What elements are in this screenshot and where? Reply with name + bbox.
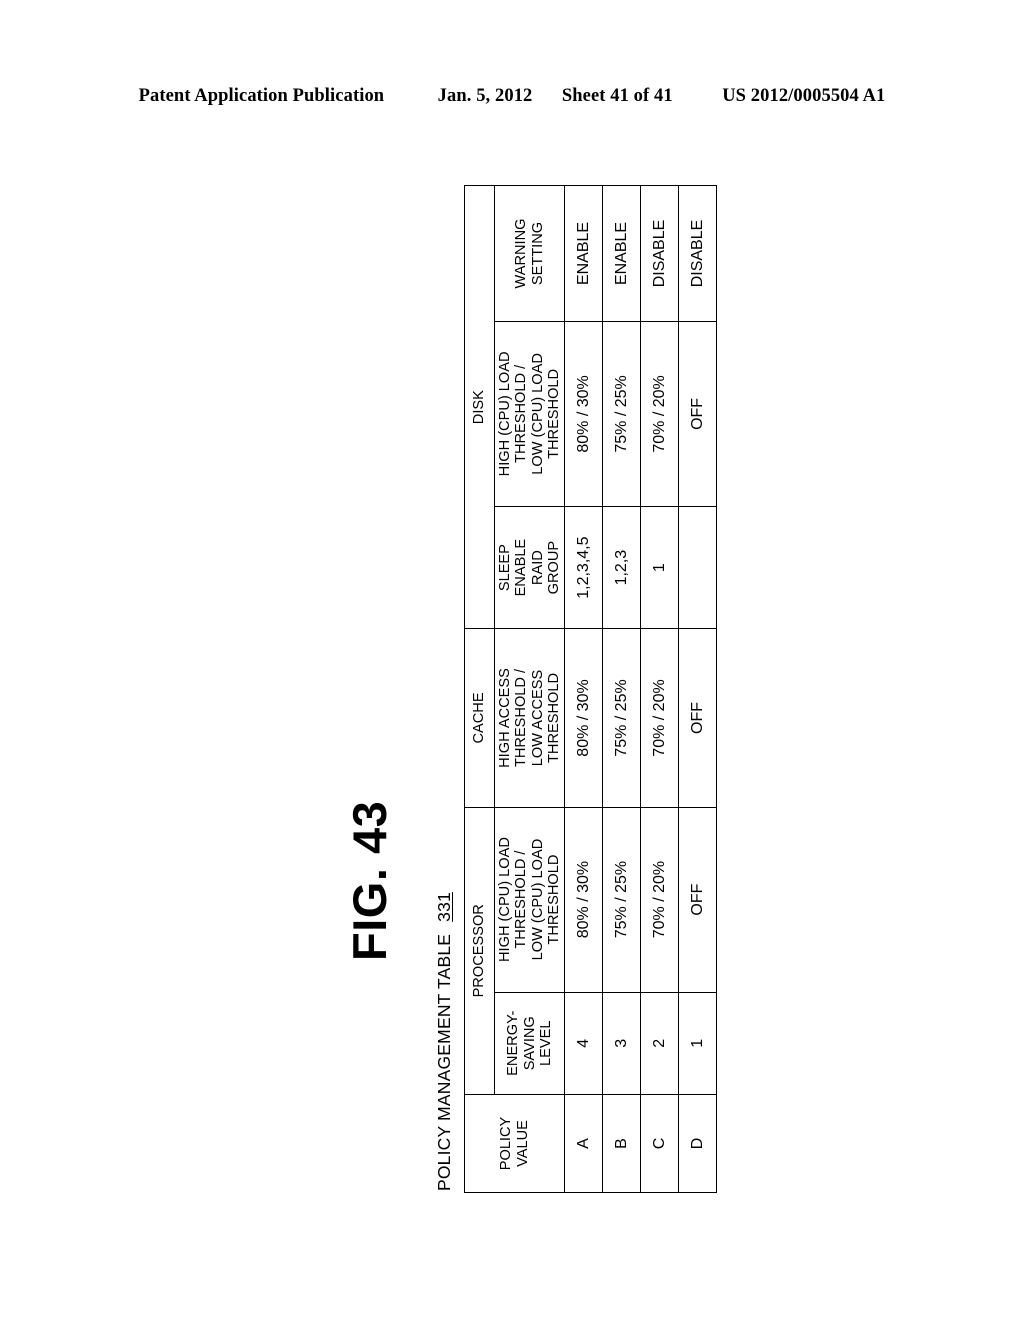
table-header: POLICY VALUE PROCESSOR CACHE DISK ENERGY…: [464, 185, 565, 1193]
cell-sleep-enable-raid-group: [678, 506, 717, 629]
header-cache-threshold: HIGH ACCESS THRESHOLD / LOW ACCESS THRESHOL…: [494, 628, 565, 808]
policy-management-table: POLICY VALUE PROCESSOR CACHE DISK ENERGY…: [464, 185, 718, 1193]
cell-processor-threshold: 75% / 25%: [602, 807, 641, 993]
table-caption-text: POLICY MANAGEMENT TABLE: [434, 933, 454, 1191]
header-sleep-enable-raid-group: SLEEP ENABLE RAID GROUP: [494, 506, 565, 629]
header-warning-setting: WARNING SETTING: [494, 185, 565, 322]
publication-date: Jan. 5, 2012: [437, 86, 533, 106]
cell-disk-threshold: OFF: [678, 321, 717, 507]
table-row: D 1 OFF OFF OFF DISABLE: [678, 185, 717, 1193]
cell-disk-threshold: 80% / 30%: [564, 321, 603, 507]
cell-energy-saving-level: 3: [602, 992, 641, 1095]
header-energy-saving-level: ENERGY- SAVING LEVEL: [494, 992, 565, 1095]
header-policy-value: POLICY VALUE: [464, 1094, 565, 1193]
header-group-cache: CACHE: [464, 628, 495, 808]
cell-warning-setting: ENABLE: [564, 185, 603, 322]
cell-warning-setting: DISABLE: [640, 185, 679, 322]
sub-header-row: ENERGY- SAVING LEVEL HIGH (CPU) LOAD THRESH…: [494, 185, 565, 1193]
cell-policy-value: C: [640, 1094, 679, 1193]
cell-policy-value: A: [564, 1094, 603, 1193]
cell-energy-saving-level: 4: [564, 992, 603, 1095]
table-caption: POLICY MANAGEMENT TABLE 331: [434, 892, 455, 1191]
cell-policy-value: B: [602, 1094, 641, 1193]
patent-running-head: Patent Application Publication Jan. 5, 2…: [0, 86, 1024, 107]
cell-policy-value: D: [678, 1094, 717, 1193]
cell-processor-threshold: OFF: [678, 807, 717, 993]
cell-warning-setting: ENABLE: [602, 185, 641, 322]
header-processor-threshold: HIGH (CPU) LOAD THRESHOLD / LOW (CPU) LOAD…: [494, 807, 565, 993]
sheet-number: Sheet 41 of 41: [561, 86, 673, 106]
cell-cache-threshold: 70% / 20%: [640, 628, 679, 808]
table-row: A 4 80% / 30% 80% / 30% 1,2,3,4,5 80% / …: [564, 185, 603, 1193]
table-row: B 3 75% / 25% 75% / 25% 1,2,3 75% / 25% …: [602, 185, 641, 1193]
patent-publication-number: US 2012/0005504 A1: [722, 86, 886, 106]
group-header-row: POLICY VALUE PROCESSOR CACHE DISK: [464, 185, 565, 1193]
header-group-disk: DISK: [464, 185, 495, 629]
cell-warning-setting: DISABLE: [678, 185, 717, 322]
cell-cache-threshold: 75% / 25%: [602, 628, 641, 808]
header-group-processor: PROCESSOR: [464, 807, 495, 1095]
cell-disk-threshold: 70% / 20%: [640, 321, 679, 507]
table-body: A 4 80% / 30% 80% / 30% 1,2,3,4,5 80% / …: [564, 185, 717, 1193]
header-disk-threshold: HIGH (CPU) LOAD THRESHOLD / LOW (CPU) LOAD…: [494, 321, 565, 507]
figure-label: FIG. 43: [343, 800, 396, 961]
table-row: C 2 70% / 20% 70% / 20% 1 70% / 20% DISA…: [640, 185, 679, 1193]
figure-drawing-area: FIG. 43 POLICY MANAGEMENT TABLE 331 POLIC…: [342, 183, 718, 1193]
publication-type: Patent Application Publication: [138, 86, 385, 106]
cell-sleep-enable-raid-group: 1,2,3,4,5: [564, 506, 603, 629]
cell-processor-threshold: 70% / 20%: [640, 807, 679, 993]
cell-processor-threshold: 80% / 30%: [564, 807, 603, 993]
cell-sleep-enable-raid-group: 1,2,3: [602, 506, 641, 629]
cell-sleep-enable-raid-group: 1: [640, 506, 679, 629]
cell-cache-threshold: OFF: [678, 628, 717, 808]
cell-disk-threshold: 75% / 25%: [602, 321, 641, 507]
cell-energy-saving-level: 1: [678, 992, 717, 1095]
cell-energy-saving-level: 2: [640, 992, 679, 1095]
cell-cache-threshold: 80% / 30%: [564, 628, 603, 808]
table-reference-numeral: 331: [434, 892, 454, 922]
